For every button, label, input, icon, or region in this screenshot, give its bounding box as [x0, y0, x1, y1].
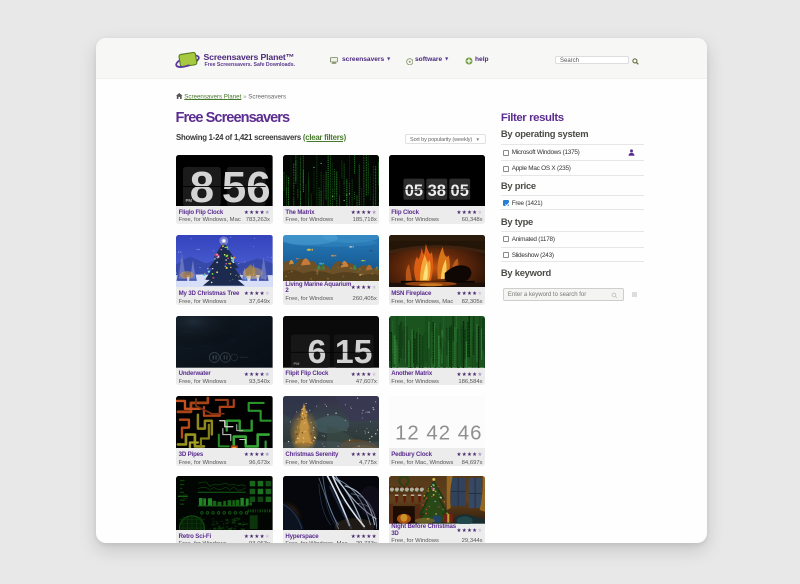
svg-text:12 42 46: 12 42 46 [395, 423, 482, 445]
svg-text:05: 05 [404, 182, 422, 200]
svg-text:8: 8 [190, 164, 214, 206]
svg-text:05: 05 [450, 182, 468, 200]
svg-text:PM: PM [293, 361, 300, 366]
svg-text:38: 38 [427, 182, 445, 200]
svg-text:PM: PM [185, 198, 192, 203]
svg-text:56: 56 [222, 164, 271, 206]
svg-text:15: 15 [335, 334, 373, 368]
svg-text:6: 6 [307, 334, 326, 368]
